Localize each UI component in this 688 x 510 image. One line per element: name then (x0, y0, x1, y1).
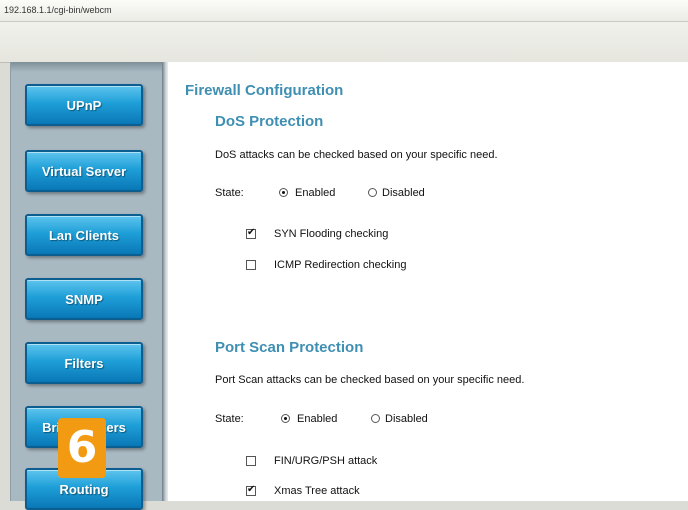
xmas-tree-checkbox[interactable] (246, 484, 256, 496)
dos-disabled-label: Disabled (382, 187, 425, 199)
address-bar[interactable]: 192.168.1.1/cgi-bin/webcm (0, 0, 688, 22)
nav-button-snmp[interactable]: SNMP (25, 278, 143, 320)
nav-button-virtual-server[interactable]: Virtual Server (25, 150, 143, 192)
icmp-redirection-label: ICMP Redirection checking (274, 259, 407, 271)
page-title: Firewall Configuration (185, 82, 344, 99)
nav-button-filters[interactable]: Filters (25, 342, 143, 384)
main-content: Firewall Configuration DoS Protection Do… (168, 62, 688, 501)
address-text: 192.168.1.1/cgi-bin/webcm (4, 5, 112, 15)
portscan-enabled-label: Enabled (297, 413, 338, 425)
dos-enabled-label: Enabled (295, 187, 336, 199)
icmp-redirection-checkbox[interactable] (246, 260, 256, 270)
portscan-heading: Port Scan Protection (215, 339, 364, 356)
portscan-disabled-label: Disabled (385, 413, 428, 425)
dos-disabled-radio[interactable] (368, 188, 377, 197)
portscan-disabled-radio[interactable] (371, 414, 380, 423)
nav-button-upnp[interactable]: UPnP (25, 84, 143, 126)
xmas-tree-label: Xmas Tree attack (274, 485, 360, 497)
dos-state-label: State: (215, 187, 244, 199)
browser-toolbar (0, 22, 688, 63)
portscan-description: Port Scan attacks can be checked based o… (215, 374, 525, 386)
portscan-state-label: State: (215, 413, 244, 425)
dos-heading: DoS Protection (215, 113, 324, 130)
sidebar-header (11, 62, 163, 72)
dos-enabled-radio[interactable] (279, 188, 288, 197)
fin-urg-psh-label: FIN/URG/PSH attack (274, 455, 378, 467)
portscan-enabled-radio[interactable] (281, 414, 290, 423)
syn-flooding-label: SYN Flooding checking (274, 228, 389, 240)
step-badge: 6 (58, 418, 106, 478)
nav-button-lan-clients[interactable]: Lan Clients (25, 214, 143, 256)
fin-urg-psh-checkbox[interactable] (246, 456, 256, 466)
syn-flooding-checkbox[interactable] (246, 227, 256, 239)
dos-description: DoS attacks can be checked based on your… (215, 149, 498, 161)
